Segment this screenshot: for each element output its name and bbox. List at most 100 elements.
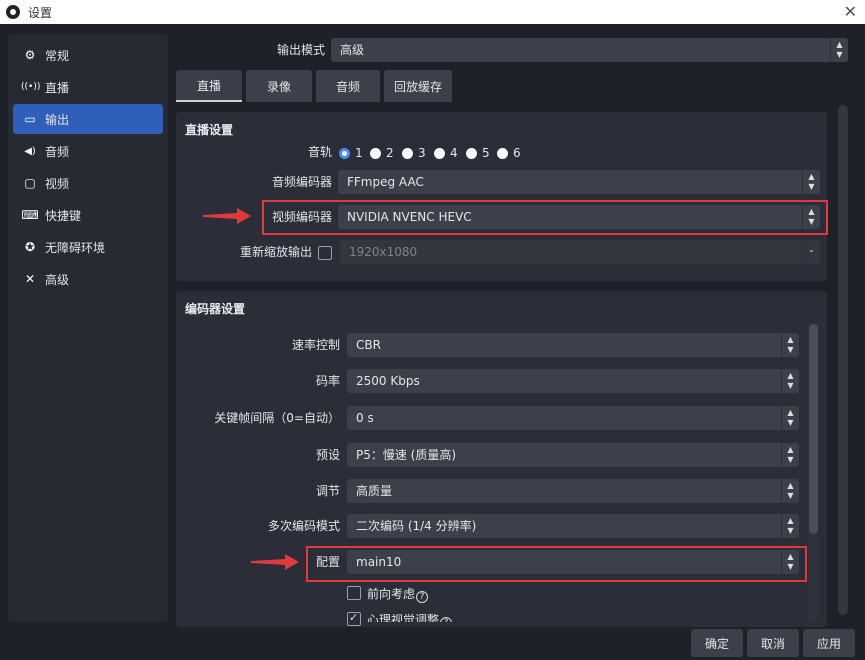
encoder-settings-title: 编码器设置 xyxy=(185,302,246,316)
keyframe-interval-label: 关键帧间隔（0=自动） xyxy=(214,411,340,425)
radio-label: 3 xyxy=(418,146,426,160)
tab-label: 回放缓存 xyxy=(393,79,442,94)
sidebar-item-stream[interactable]: ((•)) 直播 xyxy=(13,72,163,102)
audio-track-label: 音轨 xyxy=(307,145,332,159)
sidebar-item-label: 视频 xyxy=(45,176,70,191)
tuning-label: 调节 xyxy=(315,484,340,498)
rescale-resolution-select: 1920x1080 ⌄ xyxy=(340,240,820,264)
multipass-mode-label: 多次编码模式 xyxy=(267,519,340,533)
audio-track-radio-3[interactable]: 3 xyxy=(402,146,426,160)
rate-control-select[interactable]: CBR ▲ ▼ xyxy=(347,333,799,357)
radio-dot xyxy=(434,147,445,159)
radio-dot xyxy=(466,147,477,159)
radio-label: 5 xyxy=(482,146,490,160)
bitrate-label: 码率 xyxy=(315,374,340,388)
sidebar-item-audio[interactable]: ◀) 音频 xyxy=(13,136,163,166)
bitrate-spinbox[interactable]: 2500 Kbps ▲ ▼ xyxy=(347,369,799,393)
help-icon[interactable]: ? xyxy=(440,617,453,622)
audio-encoder-label: 音频编码器 xyxy=(271,175,332,189)
output-mode-value: 高级 xyxy=(340,43,365,57)
radio-dot xyxy=(370,147,381,159)
sidebar-item-label: 高级 xyxy=(45,272,70,287)
audio-track-radio-1[interactable]: 1 xyxy=(339,146,363,160)
radio-dot xyxy=(497,147,508,159)
sidebar-item-label: 输出 xyxy=(45,112,70,127)
tab-stream[interactable]: 直播 xyxy=(176,70,242,102)
tab-label: 录像 xyxy=(266,79,291,94)
audio-track-radio-2[interactable]: 2 xyxy=(370,146,394,160)
audio-track-radio-4[interactable]: 4 xyxy=(434,146,458,160)
updown-arrow-icon: ▲ ▼ xyxy=(781,333,799,357)
rescale-output-label: 重新缩放输出 xyxy=(239,245,312,259)
bitrate-value: 2500 Kbps xyxy=(356,374,420,388)
tuning-select[interactable]: 高质量 ▲ ▼ xyxy=(347,479,799,503)
sidebar-item-output[interactable]: ▭ 输出 xyxy=(13,104,163,134)
tab-recording[interactable]: 录像 xyxy=(246,70,312,102)
apply-button[interactable]: 应用 xyxy=(803,629,855,657)
psycho-visual-label: 心理视觉调整 xyxy=(367,613,440,622)
sidebar-item-video[interactable]: ▢ 视频 xyxy=(13,168,163,198)
ok-button[interactable]: 确定 xyxy=(691,629,743,657)
keyboard-icon: ⌨ xyxy=(21,208,39,222)
settings-sidebar: ⚙ 常规 ((•)) 直播 ▭ 输出 ◀) 音频 ▢ 视频 ⌨ 快捷键 ✪ 无障… xyxy=(8,34,168,622)
stream-settings-title: 直播设置 xyxy=(185,123,234,137)
keyframe-interval-value: 0 s xyxy=(356,411,374,425)
lookahead-label: 前向考虑 xyxy=(367,587,416,601)
scrollbar-thumb[interactable] xyxy=(838,105,848,615)
sidebar-item-label: 常规 xyxy=(45,48,70,63)
broadcast-icon: ((•)) xyxy=(21,82,41,92)
radio-label: 6 xyxy=(513,146,521,160)
gear-icon: ⚙ xyxy=(24,48,36,62)
preset-label: 预设 xyxy=(315,448,340,462)
radio-label: 2 xyxy=(386,146,394,160)
keyframe-interval-spinbox[interactable]: 0 s ▲ ▼ xyxy=(347,406,799,430)
help-icon[interactable]: ? xyxy=(416,591,429,603)
tab-replay-buffer[interactable]: 回放缓存 xyxy=(384,70,452,102)
sidebar-item-accessibility[interactable]: ✪ 无障碍环境 xyxy=(13,232,163,262)
audio-track-radio-6[interactable]: 6 xyxy=(497,146,521,160)
rate-control-value: CBR xyxy=(356,338,381,352)
accessibility-icon: ✪ xyxy=(24,240,36,254)
sidebar-item-hotkeys[interactable]: ⌨ 快捷键 xyxy=(13,200,163,230)
lookahead-label-row: 前向考虑? xyxy=(367,585,429,603)
encoder-settings-scrollbar[interactable] xyxy=(808,322,819,622)
rescale-resolution-value: 1920x1080 xyxy=(349,245,418,259)
main-scrollbar[interactable] xyxy=(838,105,848,625)
cancel-button[interactable]: 取消 xyxy=(747,629,799,657)
red-arrow-icon xyxy=(203,208,251,224)
updown-arrow-icon: ▲ ▼ xyxy=(781,479,799,503)
sidebar-item-label: 直播 xyxy=(45,80,70,95)
obs-logo-icon xyxy=(6,5,20,19)
tab-audio[interactable]: 音频 xyxy=(316,70,380,102)
rescale-output-checkbox[interactable] xyxy=(318,246,332,260)
psycho-visual-checkbox[interactable] xyxy=(347,611,361,626)
multipass-mode-value: 二次编码 (1/4 分辨率) xyxy=(356,519,477,533)
preset-select[interactable]: P5：慢速 (质量高) ▲ ▼ xyxy=(347,443,799,467)
audio-track-radio-5[interactable]: 5 xyxy=(466,146,490,160)
close-icon[interactable]: ✕ xyxy=(844,2,857,22)
button-label: 取消 xyxy=(760,636,785,651)
output-mode-select[interactable]: 高级 ▲ ▼ xyxy=(331,38,848,62)
radio-dot xyxy=(402,147,413,159)
output-mode-label: 输出模式 xyxy=(276,43,325,57)
output-tabs: 直播 录像 音频 回放缓存 xyxy=(176,70,456,102)
title-bar: 设置 ✕ xyxy=(0,0,865,24)
tuning-value: 高质量 xyxy=(356,484,393,498)
psycho-visual-label-row: 心理视觉调整? xyxy=(367,611,453,622)
tools-icon: ✕ xyxy=(24,272,36,286)
sidebar-item-general[interactable]: ⚙ 常规 xyxy=(13,40,163,70)
sidebar-item-label: 音频 xyxy=(45,144,70,159)
window-title: 设置 xyxy=(28,5,53,20)
updown-arrow-icon: ▲ ▼ xyxy=(802,170,820,194)
audio-encoder-select[interactable]: FFmpeg AAC ▲ ▼ xyxy=(338,170,820,194)
multipass-mode-select[interactable]: 二次编码 (1/4 分辨率) ▲ ▼ xyxy=(347,514,799,538)
scrollbar-thumb[interactable] xyxy=(809,324,818,534)
sidebar-item-advanced[interactable]: ✕ 高级 xyxy=(13,264,163,294)
preset-value: P5：慢速 (质量高) xyxy=(356,448,457,462)
lookahead-checkbox[interactable] xyxy=(347,586,361,600)
red-arrow-icon xyxy=(251,554,299,570)
rate-control-label: 速率控制 xyxy=(291,338,340,352)
tab-label: 音频 xyxy=(335,79,360,94)
updown-arrow-icon: ▲ ▼ xyxy=(781,514,799,538)
sidebar-item-label: 快捷键 xyxy=(45,208,82,223)
